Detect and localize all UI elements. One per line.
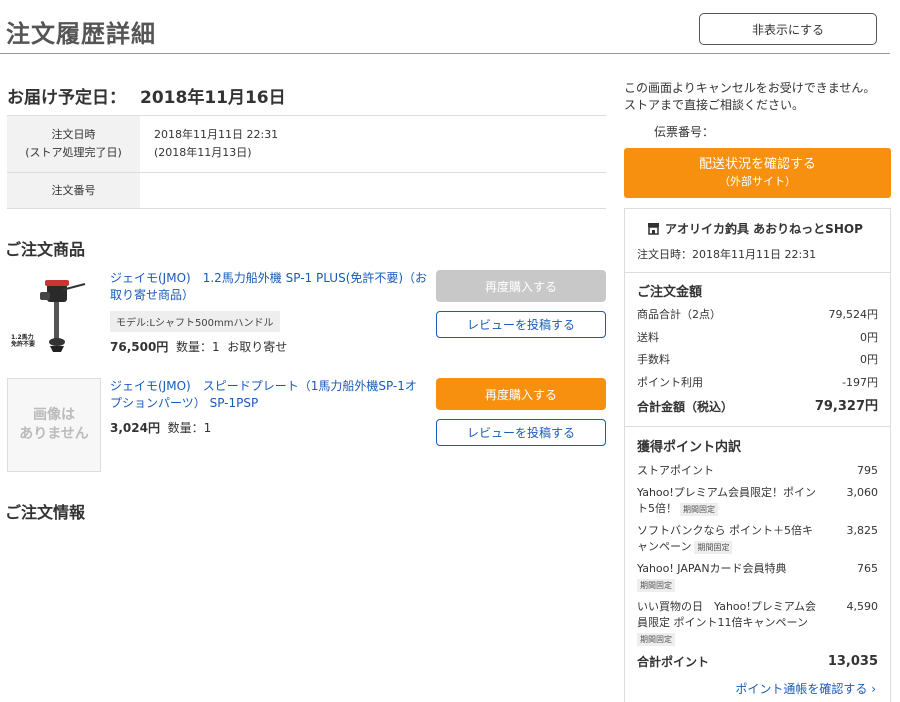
summary-order-date: 注文日時：2018年11月11日 22:31	[637, 248, 817, 261]
points-line-label: Yahoo!プレミアム会員限定！ポイント5倍！	[637, 486, 817, 515]
points-line-value: 3,825	[846, 524, 879, 537]
rebuy-button[interactable]: 再度購入する	[436, 378, 606, 410]
points-line: Yahoo! JAPANカード会員特典 期間固定 765	[637, 561, 878, 593]
fixed-period-badge: 期間固定	[637, 578, 675, 592]
amount-line-label: 商品合計（2点）	[637, 308, 721, 321]
check-shipping-label: 配送状況を確認する	[698, 157, 816, 172]
points-line: ストアポイント 795	[637, 463, 878, 479]
points-line-value: 795	[857, 464, 878, 477]
store-icon	[647, 222, 660, 235]
no-image-placeholder[interactable]: 画像は ありません	[7, 378, 101, 472]
divider	[625, 272, 890, 273]
total-amount-label: 合計金額（税込）	[637, 400, 734, 414]
write-review-button[interactable]: レビューを投稿する	[436, 311, 606, 338]
points-line: いい買物の日 Yahoo!プレミアム会員限定 ポイント11倍キャンペーン期間固定…	[637, 599, 878, 647]
amount-line-label: 送料	[637, 331, 659, 344]
no-image-text-line1: 画像は	[33, 407, 75, 423]
order-datetime-label-line1: 注文日時	[51, 128, 96, 141]
points-total-label: 合計ポイント	[637, 655, 710, 669]
page-header: 注文履歴詳細 非表示にする	[0, 0, 890, 54]
points-line-value: 4,590	[846, 600, 879, 613]
store-name-link[interactable]: アオリイカ釣具 あおりねっとSHOP	[647, 220, 863, 237]
amount-line-value: 0円	[860, 331, 878, 344]
points-line-value: 765	[857, 562, 878, 575]
product-price: 76,500円	[110, 340, 169, 354]
divider	[625, 426, 890, 427]
amount-line-value: 0円	[860, 353, 878, 366]
order-number-label: 注文番号	[7, 173, 140, 208]
hide-order-button[interactable]: 非表示にする	[699, 13, 877, 45]
page-title: 注文履歴詳細	[6, 20, 156, 48]
product-price: 3,024円	[110, 421, 160, 435]
delivery-label: お届け予定日：	[7, 88, 126, 108]
product-image-caption-line1: 1.2馬力	[11, 334, 34, 341]
product-image-caption: 1.2馬力 免許不要	[11, 334, 35, 348]
amount-title: ご注文金額	[637, 285, 703, 300]
amount-line-value: 79,524円	[828, 308, 879, 321]
points-title: 獲得ポイント内訳	[637, 440, 742, 455]
order-summary-panel: アオリイカ釣具 あおりねっとSHOP 注文日時：2018年11月11日 22:3…	[624, 208, 891, 702]
fixed-period-badge: 期間固定	[680, 502, 718, 516]
product-price-line: 76,500円 数量：1 お取り寄せ	[110, 338, 287, 355]
order-datetime-label-line2: (ストア処理完了日)	[25, 146, 122, 159]
amount-line: ポイント利用 -197円	[637, 375, 878, 391]
product-price-line: 3,024円 数量：1	[110, 419, 211, 436]
check-shipping-button[interactable]: 配送状況を確認する （外部サイト）	[624, 148, 891, 198]
order-number-row: 注文番号	[7, 173, 606, 209]
cancel-note: この画面よりキャンセルをお受けできません。 ストアまで直接ご相談ください。	[624, 80, 875, 114]
product-note: お取り寄せ	[227, 340, 288, 354]
points-line-label: ストアポイント	[637, 464, 714, 477]
fixed-period-badge: 期間固定	[694, 540, 733, 554]
points-total-line: 合計ポイント 13,035	[637, 654, 878, 670]
points-line: ソフトバンクなら ポイント＋5倍キャンペーン 期間固定 3,825	[637, 523, 878, 555]
store-name: アオリイカ釣具 あおりねっとSHOP	[665, 222, 863, 236]
points-line-label: Yahoo! JAPANカード会員特典	[637, 562, 787, 575]
no-image-text-line2: ありません	[19, 426, 89, 442]
product-name-link[interactable]: ジェイモ(JMO) 1.2馬力船外機 SP-1 PLUS(免許不要)（お取り寄せ…	[110, 270, 428, 304]
write-review-button[interactable]: レビューを投稿する	[436, 419, 606, 446]
amount-line: 送料 0円	[637, 330, 878, 346]
amount-line-value: -197円	[842, 376, 878, 389]
product-name-link[interactable]: ジェイモ(JMO) スピードプレート（1馬力船外機SP-1オプションパーツ） S…	[110, 378, 428, 412]
points-passbook-link[interactable]: ポイント通帳を確認する ›	[735, 680, 876, 697]
order-info-table: 注文日時 (ストア処理完了日) 2018年11月11日 22:31 (2018年…	[7, 115, 606, 209]
amount-line: 手数料 0円	[637, 352, 878, 368]
points-line: Yahoo!プレミアム会員限定！ポイント5倍！ 期間固定 3,060	[637, 485, 878, 517]
fixed-period-badge: 期間固定	[637, 632, 675, 646]
rebuy-button-disabled: 再度購入する	[436, 270, 606, 302]
amount-line-label: 手数料	[637, 353, 670, 366]
product-quantity: 数量：1	[175, 340, 220, 354]
amount-line-label: ポイント利用	[637, 376, 703, 389]
order-datetime-value: 2018年11月11日 22:31 (2018年11月13日)	[140, 116, 606, 172]
total-amount-value: 79,327円	[814, 399, 878, 414]
order-datetime-row: 注文日時 (ストア処理完了日) 2018年11月11日 22:31 (2018年…	[7, 116, 606, 173]
products-section-title: ご注文商品	[5, 240, 86, 259]
total-amount-line: 合計金額（税込） 79,327円	[637, 399, 878, 415]
product-variant: モデル:Lシャフト500mmハンドル	[110, 311, 280, 332]
points-line-label: いい買物の日 Yahoo!プレミアム会員限定 ポイント11倍キャンペーン	[637, 600, 817, 629]
cancel-note-line1: この画面よりキャンセルをお受けできません。	[624, 81, 876, 95]
points-line-value: 3,060	[846, 486, 879, 499]
delivery-value: 2018年11月16日	[140, 88, 286, 108]
delivery-date: お届け予定日： 2018年11月16日	[7, 83, 286, 108]
product-quantity: 数量：1	[167, 421, 212, 435]
order-datetime-text: 2018年11月11日 22:31	[154, 128, 279, 141]
points-total-value: 13,035	[827, 654, 878, 669]
product-image[interactable]: 1.2馬力 免許不要	[7, 270, 100, 360]
slip-number-label: 伝票番号：	[654, 125, 715, 139]
check-shipping-sublabel: （外部サイト）	[719, 175, 796, 188]
amount-line: 商品合計（2点） 79,524円	[637, 307, 878, 323]
store-processed-date: (2018年11月13日)	[154, 146, 252, 159]
cancel-note-line2: ストアまで直接ご相談ください。	[624, 98, 805, 112]
order-datetime-label: 注文日時 (ストア処理完了日)	[7, 116, 140, 172]
order-details-section-title: ご注文情報	[5, 503, 86, 522]
product-image-caption-line2: 免許不要	[11, 341, 36, 348]
order-number-value	[140, 173, 606, 208]
